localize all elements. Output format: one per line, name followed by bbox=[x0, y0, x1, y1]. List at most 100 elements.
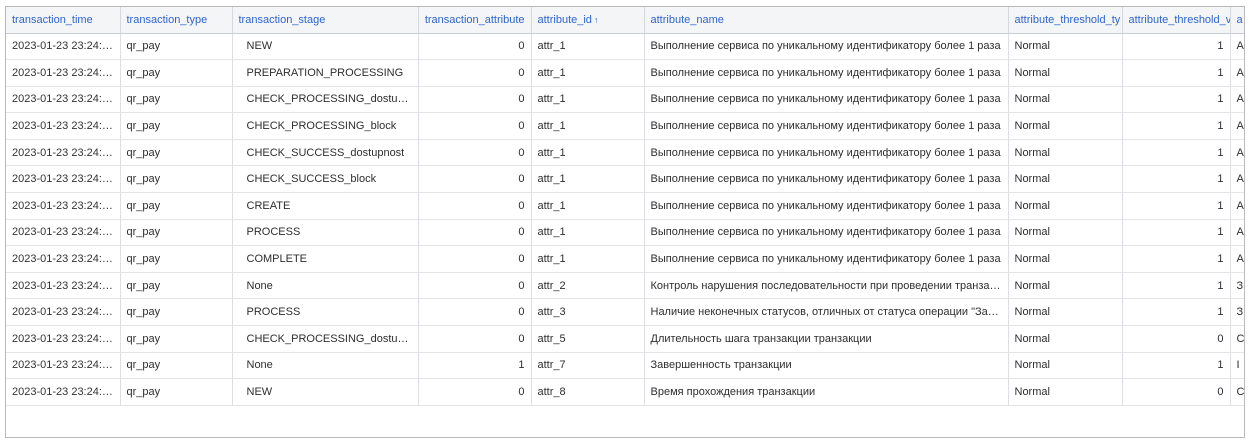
cell-transaction-type: qr_pay bbox=[120, 272, 233, 300]
cell-attribute-threshold-ty: Normal bbox=[1008, 325, 1123, 353]
cell-transaction-time: 2023-01-23 23:24:1… bbox=[6, 86, 121, 114]
cell-attribute-name: Выполнение сервиса по уникальному иденти… bbox=[644, 112, 1009, 140]
cell-transaction-stage: CHECK_SUCCESS_dostupnost bbox=[232, 139, 419, 167]
cell-attribute-threshold-v: 1 bbox=[1122, 298, 1231, 327]
cell-transaction-attribute: 0 bbox=[418, 139, 532, 167]
cell-attribute-threshold-v: 0 bbox=[1122, 325, 1231, 353]
cell-transaction-stage: COMPLETE bbox=[232, 245, 419, 273]
column-header-label: transaction_type bbox=[126, 13, 208, 26]
cell-transaction-attribute: 0 bbox=[418, 219, 532, 247]
column-header-a[interactable]: a bbox=[1230, 7, 1244, 34]
cell-transaction-attribute: 1 bbox=[418, 352, 532, 380]
table-row[interactable]: 2023-01-23 23:24:1… qr_pay CREATE 0 attr_1 Вы… bbox=[6, 192, 1244, 220]
cell-transaction-attribute: 0 bbox=[418, 165, 532, 194]
cell-transaction-time: 2023-01-23 23:24:1… bbox=[6, 298, 121, 327]
cell-attribute-name: Выполнение сервиса по уникальному иденти… bbox=[644, 86, 1009, 114]
column-header-label: transaction_stage bbox=[238, 13, 326, 26]
table-row[interactable]: 2023-01-23 23:24:1… qr_pay NEW 0 attr_1 Выпол… bbox=[6, 33, 1244, 61]
column-header-transaction-time[interactable]: transaction_time bbox=[6, 7, 121, 34]
cell-attribute-name: Выполнение сервиса по уникальному иденти… bbox=[644, 245, 1009, 273]
cell-a: A bbox=[1230, 192, 1244, 220]
cell-transaction-stage: CHECK_PROCESSING_dostupnost bbox=[232, 86, 419, 114]
cell-transaction-time: 2023-01-23 23:24:1… bbox=[6, 325, 121, 353]
table-row[interactable]: 2023-01-23 23:24:1… qr_pay None 1 attr_7 Заве… bbox=[6, 352, 1244, 380]
cell-transaction-type: qr_pay bbox=[120, 192, 233, 220]
cell-attribute-id: attr_2 bbox=[531, 272, 645, 300]
cell-attribute-id: attr_1 bbox=[531, 165, 645, 194]
cell-transaction-type: qr_pay bbox=[120, 352, 233, 380]
cell-transaction-stage: CHECK_SUCCESS_block bbox=[232, 165, 419, 194]
cell-transaction-stage: CREATE bbox=[232, 192, 419, 220]
cell-transaction-stage: PREPARATION_PROCESSING bbox=[232, 59, 419, 87]
cell-attribute-threshold-v: 1 bbox=[1122, 245, 1231, 273]
cell-attribute-threshold-ty: Normal bbox=[1008, 352, 1123, 380]
cell-attribute-name: Наличие неконечных статусов, отличных от… bbox=[644, 298, 1009, 327]
table-row[interactable]: 2023-01-23 23:24:1… qr_pay CHECK_PROCESSIN… bbox=[6, 325, 1244, 353]
table-row[interactable]: 2023-01-23 23:24:1… qr_pay CHECK_PROCESSIN… bbox=[6, 112, 1244, 140]
column-header-label: a bbox=[1236, 13, 1243, 26]
table-row[interactable]: 2023-01-23 23:24:1… qr_pay NEW 0 attr_8 Время… bbox=[6, 378, 1244, 406]
column-header-attribute-threshold-ty[interactable]: attribute_threshold_ty bbox=[1008, 7, 1123, 34]
cell-a: З bbox=[1230, 272, 1244, 300]
column-header-transaction-stage[interactable]: transaction_stage bbox=[232, 7, 419, 34]
table-row[interactable]: 2023-01-23 23:24:1… qr_pay PREPARATION_PRO… bbox=[6, 59, 1244, 87]
cell-attribute-name: Контроль нарушения последовательности пр… bbox=[644, 272, 1009, 300]
cell-transaction-attribute: 0 bbox=[418, 378, 532, 406]
cell-attribute-id: attr_8 bbox=[531, 378, 645, 406]
table-body: 2023-01-23 23:24:1… qr_pay NEW 0 attr_1 Выпол… bbox=[6, 33, 1244, 406]
table-row[interactable]: 2023-01-23 23:24:1… qr_pay None 0 attr_2 Конт… bbox=[6, 272, 1244, 300]
cell-transaction-time: 2023-01-23 23:24:1… bbox=[6, 59, 121, 87]
column-header-transaction-type[interactable]: transaction_type bbox=[120, 7, 233, 34]
arrow-up-icon[interactable]: ↑ bbox=[594, 15, 599, 25]
cell-transaction-time: 2023-01-23 23:24:1… bbox=[6, 33, 121, 61]
cell-transaction-attribute: 0 bbox=[418, 245, 532, 273]
column-header-attribute-id[interactable]: attribute_id ↑ bbox=[531, 7, 645, 34]
cell-attribute-threshold-ty: Normal bbox=[1008, 272, 1123, 300]
cell-transaction-attribute: 0 bbox=[418, 192, 532, 220]
cell-attribute-threshold-ty: Normal bbox=[1008, 378, 1123, 406]
cell-attribute-threshold-ty: Normal bbox=[1008, 192, 1123, 220]
column-header-label: transaction_attribute bbox=[424, 13, 525, 26]
cell-attribute-name: Выполнение сервиса по уникальному иденти… bbox=[644, 165, 1009, 194]
cell-transaction-type: qr_pay bbox=[120, 325, 233, 353]
cell-attribute-id: attr_7 bbox=[531, 352, 645, 380]
table-row[interactable]: 2023-01-23 23:24:1… qr_pay CHECK_SUCCESS_b… bbox=[6, 165, 1244, 194]
table-row[interactable]: 2023-01-23 23:24:1… qr_pay COMPLETE 0 attr_1… bbox=[6, 245, 1244, 273]
cell-attribute-threshold-ty: Normal bbox=[1008, 165, 1123, 194]
cell-transaction-attribute: 0 bbox=[418, 33, 532, 61]
results-table-panel: transaction_time transaction_type transact… bbox=[5, 6, 1245, 438]
table-header-row: transaction_time transaction_type transact… bbox=[6, 7, 1244, 34]
cell-transaction-type: qr_pay bbox=[120, 245, 233, 273]
column-header-label: attribute_threshold_ty bbox=[1014, 13, 1121, 26]
cell-attribute-id: attr_1 bbox=[531, 59, 645, 87]
cell-attribute-threshold-v: 1 bbox=[1122, 139, 1231, 167]
cell-transaction-stage: PROCESS bbox=[232, 219, 419, 247]
cell-attribute-name: Длительность шага транзакции транзакции bbox=[644, 325, 1009, 353]
cell-transaction-attribute: 0 bbox=[418, 86, 532, 114]
column-header-attribute-name[interactable]: attribute_name bbox=[644, 7, 1009, 34]
cell-attribute-threshold-v: 1 bbox=[1122, 192, 1231, 220]
cell-transaction-stage: None bbox=[232, 352, 419, 380]
cell-transaction-time: 2023-01-23 23:24:1… bbox=[6, 352, 121, 380]
cell-transaction-type: qr_pay bbox=[120, 139, 233, 167]
cell-attribute-threshold-v: 1 bbox=[1122, 33, 1231, 61]
cell-transaction-time: 2023-01-23 23:24:1… bbox=[6, 219, 121, 247]
cell-a: I bbox=[1230, 352, 1244, 380]
table-row[interactable]: 2023-01-23 23:24:1… qr_pay PROCESS 0 attr_3 Н… bbox=[6, 298, 1244, 327]
cell-attribute-id: attr_1 bbox=[531, 219, 645, 247]
cell-transaction-attribute: 0 bbox=[418, 59, 532, 87]
table-row[interactable]: 2023-01-23 23:24:1… qr_pay CHECK_SUCCESS_d… bbox=[6, 139, 1244, 167]
column-header-attribute-threshold-v[interactable]: attribute_threshold_v bbox=[1122, 7, 1231, 34]
cell-attribute-threshold-v: 1 bbox=[1122, 165, 1231, 194]
cell-transaction-attribute: 0 bbox=[418, 112, 532, 140]
column-header-transaction-attribute[interactable]: transaction_attribute bbox=[418, 7, 532, 34]
table-row[interactable]: 2023-01-23 23:24:1… qr_pay CHECK_PROCESSIN… bbox=[6, 86, 1244, 114]
table-row[interactable]: 2023-01-23 23:24:1… qr_pay PROCESS 0 attr_1 В… bbox=[6, 219, 1244, 247]
cell-transaction-type: qr_pay bbox=[120, 378, 233, 406]
cell-attribute-id: attr_1 bbox=[531, 112, 645, 140]
cell-transaction-type: qr_pay bbox=[120, 59, 233, 87]
cell-attribute-id: attr_1 bbox=[531, 86, 645, 114]
cell-transaction-stage: PROCESS bbox=[232, 298, 419, 327]
cell-attribute-name: Выполнение сервиса по уникальному иденти… bbox=[644, 219, 1009, 247]
cell-attribute-threshold-v: 0 bbox=[1122, 378, 1231, 406]
